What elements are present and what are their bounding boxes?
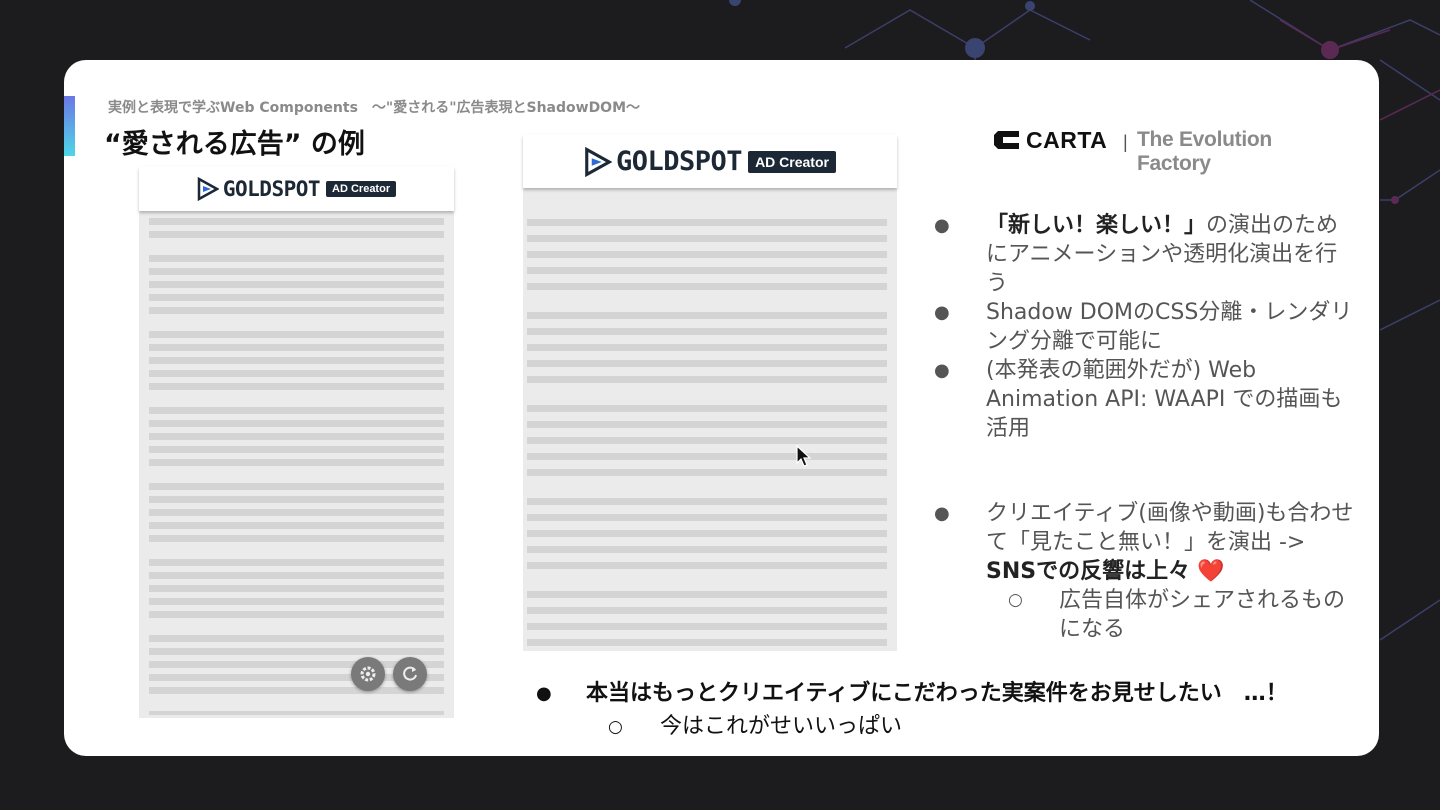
placeholder-text-lines bbox=[139, 167, 454, 718]
bullet-emphasis: 「新しい！楽しい！」 bbox=[986, 213, 1207, 238]
bullet-item: ● 「新しい！楽しい！」の演出のためにアニメーションや透明化演出を行う bbox=[934, 213, 1339, 296]
gear-icon bbox=[360, 666, 376, 682]
slide-title: “愛される広告” の例 bbox=[104, 129, 365, 160]
ad-preview-right: GOLDSPOT AD Creator bbox=[523, 135, 897, 651]
brand-name: CARTA bbox=[1026, 127, 1108, 153]
bullet-text: Shadow DOMのCSS分離・レンダリング分離で可能に bbox=[986, 300, 1353, 354]
slide: 実例と表現で学ぶWeb Components ～"愛される"広告表現とShado… bbox=[64, 60, 1379, 756]
creative-bullets: ● クリエイティブ(画像や動画)も合わせて「見たこと無い！」を演出 -> SNSで… bbox=[934, 499, 1354, 644]
sub-bullet-item: ○ 今はこれがせいいっぱい bbox=[608, 714, 903, 739]
mouse-cursor-icon bbox=[796, 445, 812, 467]
settings-button[interactable] bbox=[351, 657, 385, 691]
bullet-emphasis: SNSでの反響は上々 bbox=[986, 559, 1191, 584]
bottom-sub-text: 今はこれがせいいっぱい bbox=[660, 714, 903, 739]
heart-icon: ❤️ bbox=[1197, 559, 1225, 584]
feature-bullets: ● 「新しい！楽しい！」の演出のためにアニメーションや透明化演出を行う ● Sh… bbox=[934, 211, 1354, 443]
bullet-item: ● Shadow DOMのCSS分離・レンダリング分離で可能に bbox=[934, 300, 1353, 354]
sub-bullet-item: ○ 広告自体がシェアされるものになる bbox=[1008, 588, 1346, 642]
bottom-main-text: 本当はもっとクリエイティブにこだわった実案件をお見せしたい …！ bbox=[586, 681, 1288, 706]
bullet-item: ● 本当はもっとクリエイティブにこだわった実案件をお見せしたい …！ bbox=[536, 681, 1288, 706]
refresh-icon bbox=[403, 666, 417, 681]
carta-brand-logo: CARTA | The Evolution Factory bbox=[992, 126, 1332, 175]
carta-mark-icon bbox=[994, 131, 1019, 149]
bullet-text: クリエイティブ(画像や動画)も合わせて「見たこと無い！」を演出 -> bbox=[986, 501, 1354, 555]
ad-preview-left: GOLDSPOT AD Creator bbox=[139, 167, 454, 718]
bullet-item: ● クリエイティブ(画像や動画)も合わせて「見たこと無い！」を演出 -> SNSで… bbox=[934, 501, 1354, 584]
refresh-button[interactable] bbox=[393, 657, 427, 691]
placeholder-text-lines bbox=[523, 135, 897, 651]
bullet-text: (本発表の範囲外だが) Web Animation API: WAAPI での描… bbox=[986, 358, 1343, 441]
title-accent-bar bbox=[64, 96, 75, 156]
brand-tagline: The Evolution Factory bbox=[1137, 128, 1272, 175]
slide-subtitle: 実例と表現で学ぶWeb Components ～"愛される"広告表現とShado… bbox=[108, 100, 641, 116]
brand-separator: | bbox=[1123, 132, 1128, 152]
bottom-bullets: ● 本当はもっとクリエイティブにこだわった実案件をお見せしたい …！ ○ 今はこ… bbox=[536, 677, 1356, 743]
sub-bullet-text: 広告自体がシェアされるものになる bbox=[1059, 588, 1346, 642]
bullet-item: ● (本発表の範囲外だが) Web Animation API: WAAPI で… bbox=[934, 358, 1343, 441]
